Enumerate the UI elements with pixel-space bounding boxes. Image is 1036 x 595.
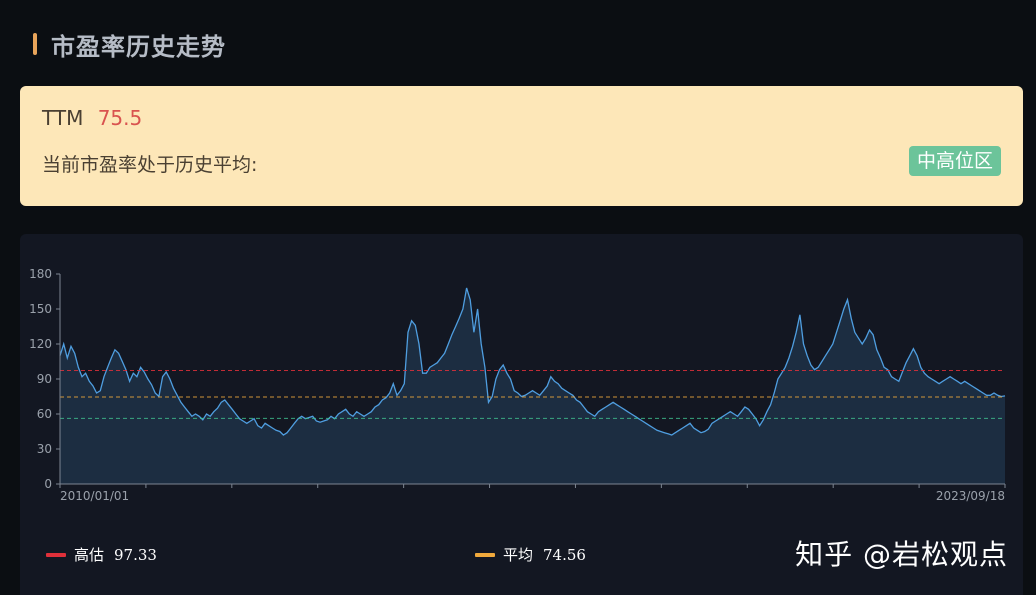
legend-item-high[interactable]: 高估 97.33 bbox=[46, 544, 157, 565]
ttm-label: TTM bbox=[42, 106, 84, 130]
x-label-end: 2023/09/18 bbox=[936, 489, 1005, 503]
pe-position-description: 当前市盈率处于历史平均: bbox=[42, 154, 258, 176]
legend-swatch-high bbox=[46, 552, 66, 557]
y-tick-label-90: 90 bbox=[37, 372, 52, 386]
y-tick-label-180: 180 bbox=[29, 267, 52, 281]
legend-value-average: 74.56 bbox=[543, 545, 586, 564]
y-tick-label-120: 120 bbox=[29, 337, 52, 351]
legend-label-average: 平均 bbox=[503, 546, 534, 564]
legend-swatch-average bbox=[475, 552, 495, 557]
section-title: 市盈率历史走势 bbox=[51, 32, 226, 61]
ttm-value: 75.5 bbox=[97, 106, 143, 130]
watermark: 知乎 @岩松观点 bbox=[795, 538, 1008, 571]
pe-area bbox=[60, 288, 1005, 484]
y-tick-label-0: 0 bbox=[44, 477, 52, 491]
y-tick-label-60: 60 bbox=[37, 407, 52, 421]
section-accent-bar bbox=[33, 33, 37, 55]
y-tick-label-150: 150 bbox=[29, 302, 52, 316]
zone-badge: 中高位区 bbox=[908, 146, 1001, 176]
ttm-row: TTM 75.5 bbox=[42, 106, 142, 130]
y-tick-label-30: 30 bbox=[37, 442, 52, 456]
legend-item-average[interactable]: 平均 74.56 bbox=[475, 544, 586, 565]
section-header: 市盈率历史走势 bbox=[33, 30, 226, 61]
legend-value-high: 97.33 bbox=[114, 545, 157, 564]
legend-label-high: 高估 bbox=[74, 546, 105, 564]
pe-history-chart[interactable]: 0 30 60 90 120 150 180 2010/01/01 2023/09/18 bbox=[20, 234, 1023, 534]
x-label-start: 2010/01/01 bbox=[60, 489, 129, 503]
pe-summary-card: TTM 75.5 当前市盈率处于历史平均: 中高位区 bbox=[20, 86, 1023, 206]
